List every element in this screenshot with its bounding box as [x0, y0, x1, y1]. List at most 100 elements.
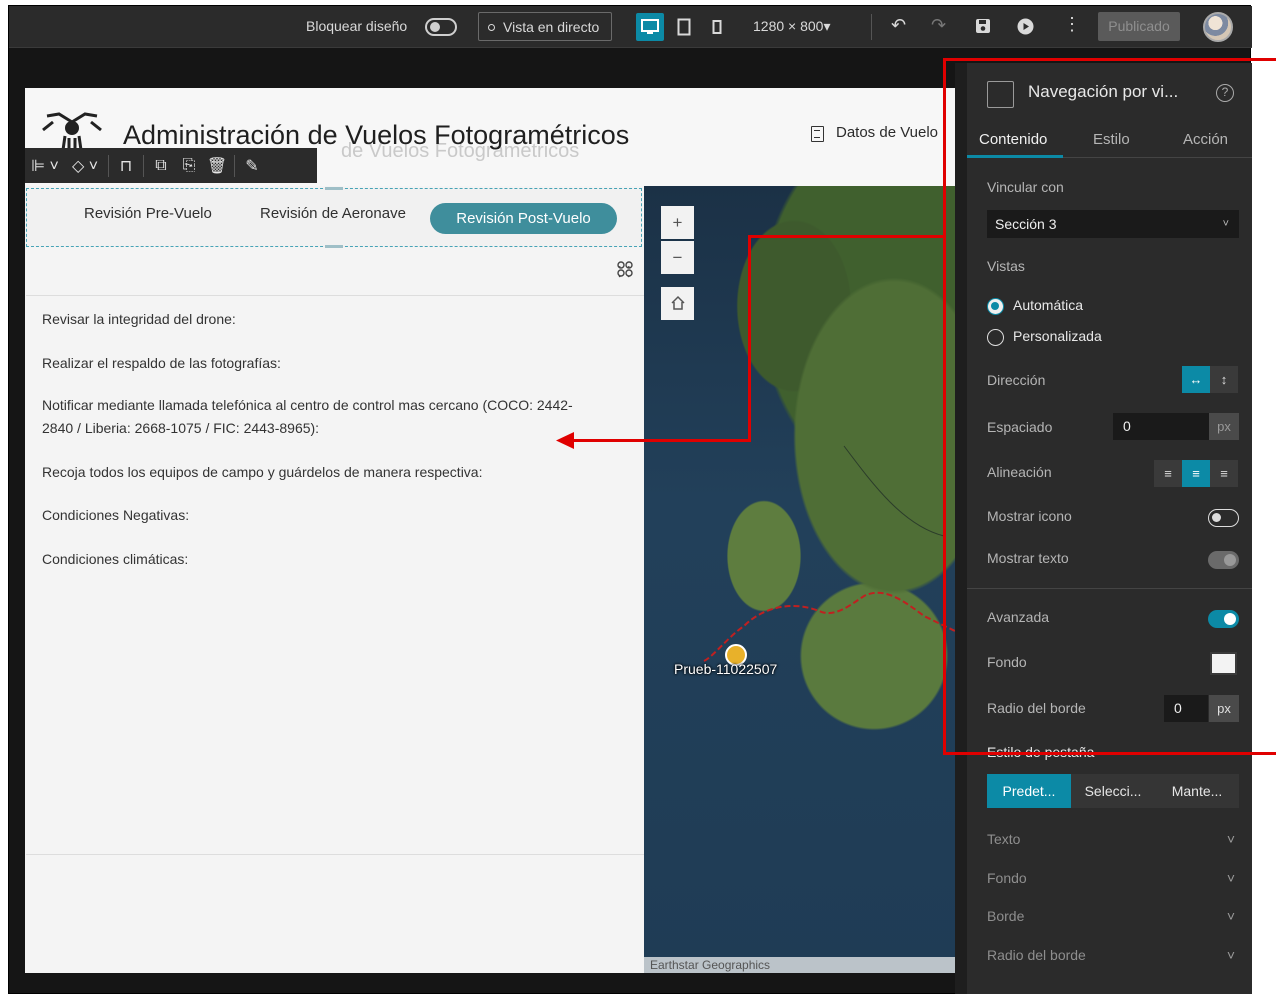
view-navigation-widget[interactable]: Revisión Pre-Vuelo Revisión de Aeronave … — [26, 187, 642, 248]
spacing-label: Espaciado — [987, 419, 1053, 435]
advanced-toggle[interactable] — [1208, 610, 1239, 628]
desktop-icon — [641, 19, 659, 34]
widget-toolbar: ⊫ ˅ ◇ ˅ ⊓ ⧉ ⎘ 🗑 ✎ — [25, 148, 317, 183]
accordion-borde[interactable]: Borde ˅ — [987, 908, 1239, 924]
accordion-label: Borde — [987, 908, 1025, 924]
accordion-label: Texto — [987, 831, 1021, 847]
canvas-scrollbar[interactable] — [955, 63, 967, 994]
toolbar-divider — [143, 154, 144, 177]
background-label: Fondo — [987, 654, 1027, 670]
tab-style-segmented: Predet... Selecci... Mante... — [987, 774, 1239, 808]
live-view-button[interactable]: Vista en directo — [478, 12, 612, 41]
document-icon — [811, 126, 824, 142]
tablet-icon — [677, 18, 691, 36]
delete-icon[interactable]: 🗑 — [203, 156, 231, 176]
lock-layout-toggle[interactable] — [425, 18, 457, 36]
link-value: Sección 3 — [995, 216, 1057, 232]
tab-contenido[interactable]: Contenido — [979, 131, 1047, 148]
resize-handle[interactable] — [325, 245, 343, 248]
brush-icon[interactable]: ✎ — [238, 156, 266, 176]
toolbar-divider — [871, 14, 872, 40]
help-icon[interactable]: ? — [1216, 84, 1234, 102]
background-color-swatch[interactable] — [1210, 652, 1237, 675]
accordion-texto[interactable]: Texto ˅ — [987, 831, 1239, 847]
accordion-label: Fondo — [987, 870, 1027, 886]
tab-pre-vuelo[interactable]: Revisión Pre-Vuelo — [84, 205, 212, 222]
top-toolbar: Bloquear diseño Vista en directo 1280 × … — [9, 6, 1252, 48]
resize-handle[interactable] — [325, 187, 343, 190]
desktop-view-button[interactable] — [636, 13, 664, 41]
views-label: Vistas — [987, 258, 1025, 274]
published-button[interactable]: Publicado — [1098, 12, 1180, 41]
accordion-fondo[interactable]: Fondo ˅ — [987, 870, 1239, 886]
more-options-icon[interactable]: ⋮ — [1063, 14, 1081, 35]
zoom-out-button[interactable]: − — [661, 241, 694, 274]
radius-unit[interactable]: px — [1209, 695, 1239, 722]
tab-accion[interactable]: Acción — [1183, 131, 1228, 148]
avatar[interactable] — [1203, 12, 1233, 42]
accordion-label: Radio del borde — [987, 947, 1086, 963]
align-right-icon[interactable]: ≡ — [1210, 460, 1238, 487]
chevron-down-icon: ˅ — [1226, 908, 1235, 924]
list-item: Realizar el respaldo de las fotografías: — [42, 355, 281, 371]
section-views-icon[interactable] — [617, 261, 633, 277]
align-center-icon[interactable]: ≡ — [1182, 460, 1210, 487]
spacing-unit[interactable]: px — [1209, 413, 1239, 440]
chevron-down-icon: ˅ — [1226, 870, 1235, 886]
radio-automatica[interactable] — [987, 298, 1004, 315]
copy-style-icon[interactable]: ⎘ — [175, 157, 203, 175]
align-icon[interactable]: ⊫ ˅ — [25, 156, 65, 176]
save-icon[interactable] — [975, 18, 991, 34]
tab-aeronave[interactable]: Revisión de Aeronave — [260, 205, 406, 222]
screenshot-root: { "toolbar": { "lock_layout_label": "Blo… — [0, 0, 1276, 994]
list-item: Notificar mediante llamada telefónica al… — [42, 397, 573, 413]
direction-label: Dirección — [987, 372, 1046, 388]
tab-style-hover[interactable]: Mante... — [1155, 774, 1239, 808]
zoom-in-button[interactable]: + — [661, 206, 694, 239]
tablet-view-button[interactable] — [670, 13, 698, 41]
undo-icon[interactable]: ↶ — [891, 15, 906, 36]
navigation-widget-icon — [987, 81, 1014, 108]
show-icon-toggle[interactable] — [1208, 509, 1239, 527]
advanced-label: Avanzada — [987, 609, 1050, 625]
tab-estilo[interactable]: Estilo — [1093, 131, 1130, 148]
link-label: Vincular con — [987, 179, 1064, 195]
lock-layout-label: Bloquear diseño — [306, 18, 408, 34]
preview-play-icon[interactable] — [1017, 18, 1034, 35]
accordion-radio-borde[interactable]: Radio del borde ˅ — [987, 947, 1239, 963]
show-text-toggle[interactable] — [1208, 551, 1239, 569]
resolution-select[interactable]: 1280 × 800▾ — [753, 18, 831, 35]
map-widget[interactable]: + − Prueb-11022507 Earthstar Geographics — [644, 186, 955, 973]
radio-personalizada[interactable] — [987, 329, 1004, 346]
annotation-arrowhead-icon — [556, 432, 574, 449]
datos-vuelo-link[interactable]: Datos de Vuelo — [836, 124, 938, 141]
vertical-arrow-icon[interactable]: ↕ — [1210, 366, 1238, 393]
annotation-box-bottom — [943, 752, 1276, 755]
align-left-icon[interactable]: ≡ — [1154, 460, 1182, 487]
horizontal-arrow-icon[interactable]: ↔ — [1182, 366, 1210, 393]
link-select[interactable]: Sección 3 ˅ — [987, 210, 1239, 238]
section-divider — [967, 588, 1252, 589]
toolbar-divider — [108, 154, 109, 177]
map-attribution: Earthstar Geographics — [644, 957, 955, 973]
unlock-icon[interactable]: ⊓ — [112, 156, 140, 176]
active-tab-indicator — [967, 155, 1063, 158]
live-dot-icon — [488, 24, 495, 31]
tab-style-selected[interactable]: Selecci... — [1071, 774, 1155, 808]
radius-input[interactable]: 0 — [1164, 695, 1208, 722]
redo-icon[interactable]: ↷ — [931, 15, 946, 36]
layers-icon[interactable]: ◇ ˅ — [65, 156, 105, 176]
radio-automatica-label: Automática — [1013, 297, 1084, 313]
home-button[interactable] — [661, 287, 694, 320]
spacing-input[interactable]: 0 — [1113, 413, 1209, 440]
list-item: Revisar la integridad del drone: — [42, 311, 236, 327]
annotation-connector — [748, 235, 751, 441]
align-label: Alineación — [987, 464, 1052, 480]
tab-style-default[interactable]: Predet... — [987, 774, 1071, 808]
duplicate-icon[interactable]: ⧉ — [147, 157, 175, 175]
align-segmented: ≡ ≡ ≡ — [1154, 460, 1238, 487]
mobile-view-button[interactable] — [703, 13, 731, 41]
toolbar-divider — [234, 154, 235, 177]
mobile-icon — [712, 20, 722, 34]
tab-post-vuelo[interactable]: Revisión Post-Vuelo — [430, 203, 617, 234]
